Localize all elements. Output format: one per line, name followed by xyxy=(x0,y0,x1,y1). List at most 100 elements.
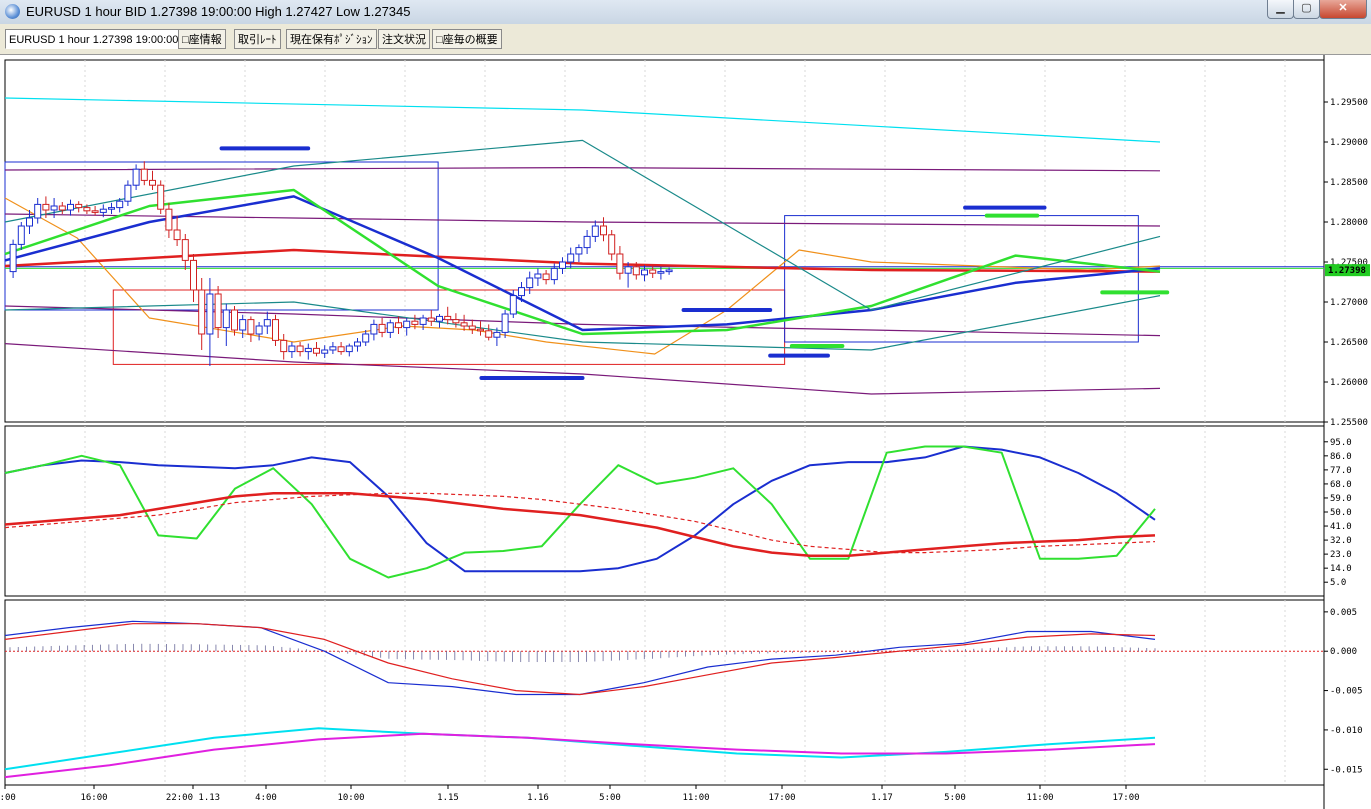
candle-body xyxy=(608,234,616,255)
stochastic-axis-label: 68.0 xyxy=(1330,480,1352,490)
time-axis-label: 1:00 xyxy=(0,793,16,803)
stochastic-axis-label: 5.0 xyxy=(1330,578,1346,588)
title-bar[interactable]: EURUSD 1 hour BID 1.27398 19:00:00 High … xyxy=(0,0,1371,24)
candle-body xyxy=(222,309,230,329)
stochastic-axis-label: 50.0 xyxy=(1330,508,1352,518)
tab-account-info[interactable]: □座情報 xyxy=(178,29,226,49)
tab-chart[interactable]: EURUSD 1 hour 1.27398 19:00:00 xyxy=(5,29,183,49)
macd-axis-label: -0.015 xyxy=(1330,765,1363,775)
candle-body xyxy=(313,347,320,354)
tab-order-status[interactable]: 注文状況 xyxy=(378,29,430,49)
candle-body xyxy=(386,322,394,333)
tab-account-summary[interactable]: □座毎の概要 xyxy=(432,29,502,49)
candle-body xyxy=(206,293,214,335)
candle-body xyxy=(567,253,575,263)
close-icon: ✕ xyxy=(1338,2,1348,14)
time-axis-label: 1.15 xyxy=(437,793,459,803)
time-axis-label: 1.16 xyxy=(527,793,549,803)
time-axis-label: 17:00 xyxy=(1112,793,1139,803)
price-axis-label: 1.26000 xyxy=(1330,378,1368,388)
candle-body xyxy=(50,205,58,211)
stochastic-axis-label: 41.0 xyxy=(1330,522,1352,532)
time-axis-label: 22:00 1.13 xyxy=(166,793,220,803)
candle-body xyxy=(444,315,452,321)
candle-body xyxy=(493,331,501,338)
candle-body xyxy=(354,341,361,347)
minimize-button[interactable]: ▁ xyxy=(1267,0,1294,19)
candle-body xyxy=(288,345,296,353)
candle-body xyxy=(395,322,402,329)
candle-body xyxy=(403,320,411,329)
candle-body xyxy=(124,184,132,202)
candle-body xyxy=(157,184,165,210)
candle-body xyxy=(165,208,173,231)
candle-body xyxy=(173,229,181,241)
macd-axis-label: 0.000 xyxy=(1330,647,1357,657)
candle-body xyxy=(272,319,279,341)
price-axis-label: 1.28500 xyxy=(1330,178,1368,188)
candle-body xyxy=(247,319,255,335)
time-axis-label: 11:00 xyxy=(1026,793,1053,803)
candle-body xyxy=(58,205,66,211)
stochastic-axis-label: 59.0 xyxy=(1330,494,1352,504)
candle-body xyxy=(632,266,640,276)
candle-body xyxy=(231,309,238,331)
candle-body xyxy=(190,259,197,291)
candle-body xyxy=(378,323,386,333)
candle-body xyxy=(329,346,337,351)
candle-body xyxy=(181,239,189,261)
candle-body xyxy=(304,347,312,353)
stochastic-axis-label: 32.0 xyxy=(1330,536,1352,546)
stochastic-axis-label: 95.0 xyxy=(1330,438,1352,448)
macd-axis-label: -0.005 xyxy=(1330,687,1363,697)
candle-body xyxy=(501,313,509,333)
candle-body xyxy=(321,349,329,354)
candle-body xyxy=(91,210,99,213)
candle-body xyxy=(436,315,443,322)
candle-body xyxy=(362,333,370,343)
candle-body xyxy=(337,346,345,353)
chart-area[interactable]: 1.295001.290001.285001.280001.275001.270… xyxy=(0,55,1371,809)
price-axis-label: 1.25500 xyxy=(1330,418,1368,428)
candle-body xyxy=(641,269,648,276)
time-axis-label: 17:00 xyxy=(768,793,795,803)
candle-body xyxy=(591,225,599,237)
candle-body xyxy=(649,269,657,274)
candle-body xyxy=(67,203,74,211)
candle-body xyxy=(108,207,115,210)
time-axis-label: 4:00 xyxy=(255,793,277,803)
tab-open-positions[interactable]: 現在保有ﾎﾟｼﾞｼｮﾝ xyxy=(286,29,377,49)
panel-frame xyxy=(4,425,1325,597)
candle-body xyxy=(550,267,558,281)
time-axis-label: 5:00 xyxy=(599,793,621,803)
candle-body xyxy=(140,168,148,181)
candle-body xyxy=(116,200,124,209)
close-button[interactable]: ✕ xyxy=(1319,0,1367,19)
candle-body xyxy=(624,266,632,274)
candle-body xyxy=(26,217,33,227)
candle-body xyxy=(280,339,288,353)
current-price-label: 1.27398 xyxy=(1328,266,1366,276)
candle-body xyxy=(600,225,607,236)
app-globe-icon xyxy=(5,4,20,19)
candle-body xyxy=(616,253,624,274)
candle-body xyxy=(665,269,673,273)
stochastic-axis-label: 77.0 xyxy=(1330,466,1352,476)
candle-body xyxy=(419,317,427,325)
candle-body xyxy=(542,273,550,281)
macd-axis-label: -0.010 xyxy=(1330,726,1363,736)
candle-body xyxy=(657,271,665,274)
price-axis-label: 1.28000 xyxy=(1330,218,1368,228)
candle-body xyxy=(411,320,419,325)
tab-trading-rates[interactable]: 取引ﾚｰﾄ xyxy=(234,29,281,49)
candle-body xyxy=(214,293,222,329)
maximize-button[interactable]: ▢ xyxy=(1293,0,1320,19)
candle-body xyxy=(559,261,566,269)
candle-body xyxy=(468,325,476,330)
candle-body xyxy=(34,203,42,219)
candle-body xyxy=(460,322,468,327)
candle-body xyxy=(263,319,271,327)
candle-body xyxy=(534,273,542,279)
candle-body xyxy=(485,330,493,338)
candle-body xyxy=(198,289,206,335)
